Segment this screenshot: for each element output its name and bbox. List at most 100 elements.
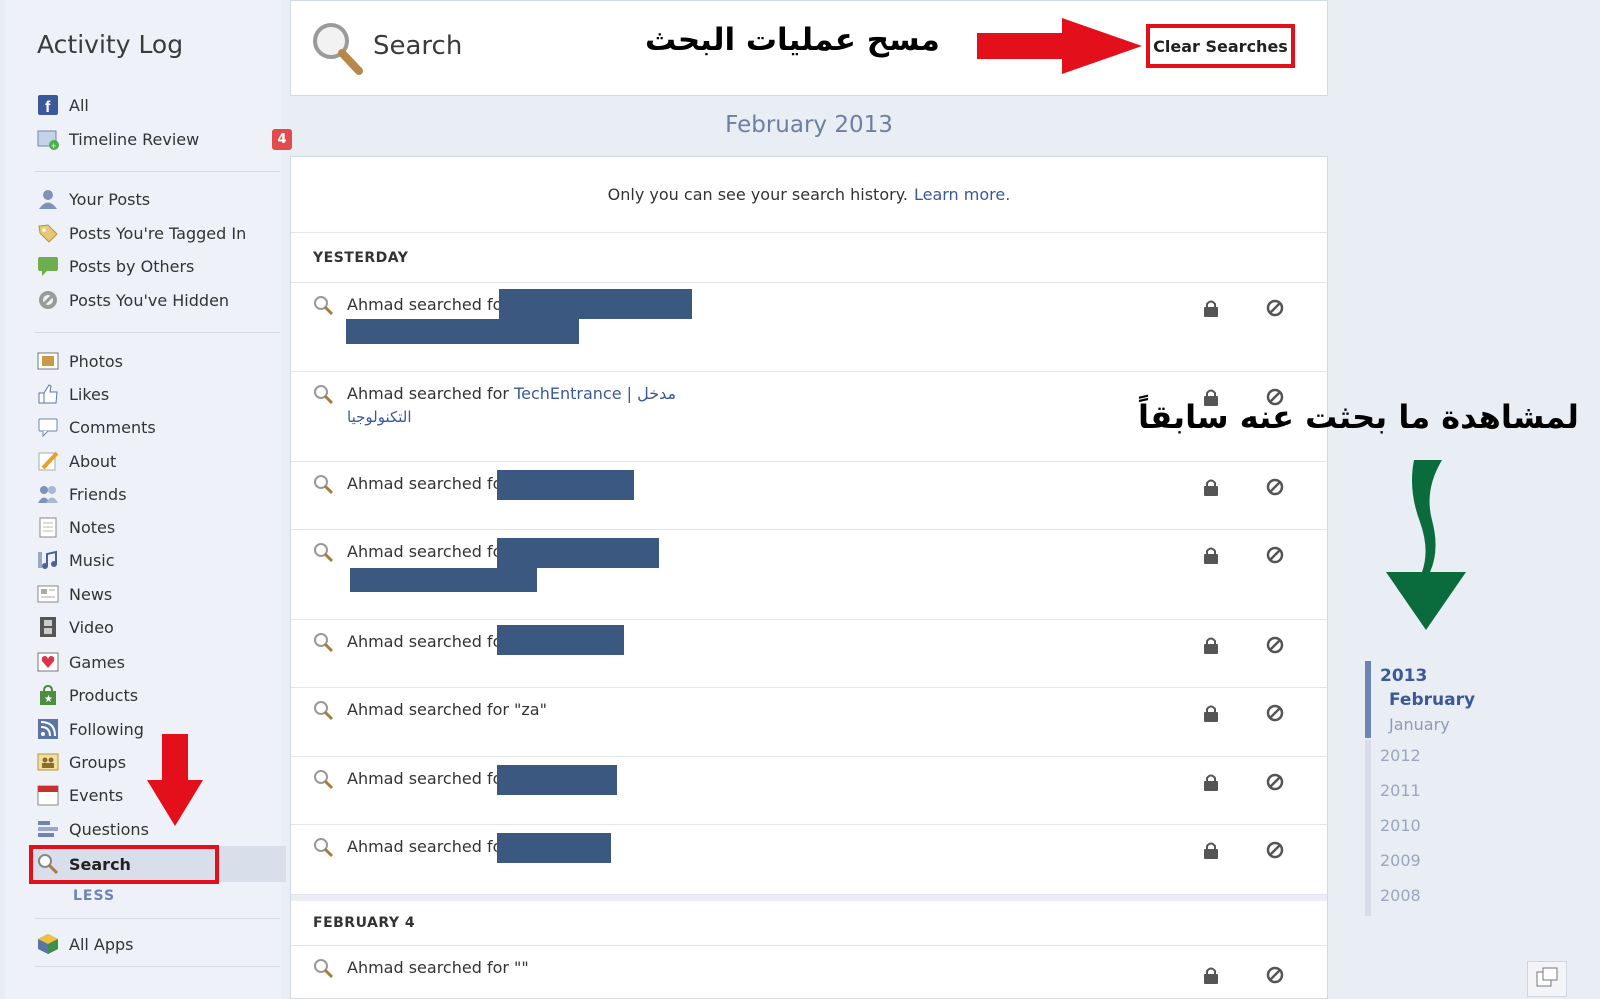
annotation-highlight-box	[29, 845, 219, 884]
hide-icon[interactable]	[1266, 636, 1284, 659]
list-item: Ahmad searched for	[291, 825, 1327, 895]
timeline-year[interactable]: 2009	[1380, 851, 1421, 870]
hide-icon[interactable]	[1266, 841, 1284, 864]
lock-icon[interactable]	[1203, 546, 1219, 569]
lock-icon[interactable]	[1203, 841, 1219, 864]
bag-icon: ★	[37, 684, 59, 706]
comment-icon	[37, 416, 59, 438]
film-icon	[37, 616, 59, 638]
lock-icon[interactable]	[1203, 299, 1219, 322]
hide-icon[interactable]	[1266, 478, 1284, 501]
groups-icon	[37, 751, 59, 773]
timeline-year[interactable]: 2011	[1380, 781, 1421, 800]
sidebar-item-label: Notes	[69, 517, 116, 537]
svg-text:f: f	[45, 99, 51, 115]
timeline-year-2013[interactable]: 2013	[1380, 666, 1427, 686]
search-entry-text: Ahmad searched for "za"	[347, 700, 547, 719]
timeline-active-bar	[1365, 661, 1371, 738]
lock-icon[interactable]	[1203, 773, 1219, 796]
sidebar-item-photos[interactable]: Photos	[37, 346, 282, 376]
list-item: Ahmad searched for ""	[291, 946, 1327, 998]
list-item: Ahmad searched for	[291, 620, 1327, 688]
note-icon	[37, 516, 59, 538]
hide-icon[interactable]	[1266, 966, 1284, 989]
hide-icon[interactable]	[1266, 704, 1284, 727]
search-icon	[313, 769, 335, 796]
sidebar-item-timeline-review[interactable]: + Timeline Review 4	[37, 124, 292, 154]
privacy-notice-text: Only you can see your search history.	[607, 185, 908, 204]
redaction-block	[350, 568, 537, 592]
timeline-track	[1365, 740, 1371, 916]
redaction-block	[499, 289, 692, 319]
redaction-block	[497, 538, 659, 568]
list-item: Ahmad searched for "za"	[291, 688, 1327, 757]
search-entry-text: Ahmad searched for	[347, 542, 509, 561]
sidebar-item-label: Timeline Review	[69, 129, 200, 149]
sidebar-item-posts-by-others[interactable]: Posts by Others	[37, 251, 282, 281]
pencil-icon	[37, 450, 59, 472]
svg-text:★: ★	[44, 694, 53, 705]
redaction-block	[346, 319, 579, 344]
timeline-month-january[interactable]: January	[1389, 715, 1450, 734]
search-entry-text: Ahmad searched for	[347, 837, 509, 856]
search-icon	[313, 700, 335, 727]
sidebar-item-label: Products	[69, 685, 139, 705]
annotation-clear-arabic: مسح عمليات البحث	[645, 22, 940, 58]
sidebar-item-likes[interactable]: Likes	[37, 379, 282, 409]
lock-icon[interactable]	[1203, 966, 1219, 989]
sidebar-item-products[interactable]: ★ Products	[37, 680, 282, 710]
month-heading: February 2013	[725, 112, 893, 138]
timeline-month-february[interactable]: February	[1389, 690, 1475, 710]
hidden-icon	[37, 289, 59, 311]
sidebar-item-tagged[interactable]: Posts You're Tagged In	[37, 218, 282, 248]
sidebar-item-games[interactable]: Games	[37, 647, 282, 677]
sidebar-item-friends[interactable]: Friends	[37, 479, 282, 509]
hide-icon[interactable]	[1266, 546, 1284, 569]
sidebar-item-comments[interactable]: Comments	[37, 412, 282, 442]
search-entry-text: Ahmad searched for	[347, 769, 509, 788]
sidebar-item-hidden[interactable]: Posts You've Hidden	[37, 285, 282, 315]
annotation-arrow-wavy-icon	[1386, 460, 1466, 630]
section-header-feb4: FEBRUARY 4	[291, 895, 1327, 946]
lock-icon[interactable]	[1203, 704, 1219, 727]
photo-icon	[37, 350, 59, 372]
hide-icon[interactable]	[1266, 299, 1284, 322]
sidebar-item-music[interactable]: Music	[37, 545, 282, 575]
calendar-icon	[37, 784, 59, 806]
sidebar-item-news[interactable]: News	[37, 579, 282, 609]
sidebar-item-label: Video	[69, 617, 114, 637]
sidebar-item-all[interactable]: f All	[37, 90, 282, 120]
sidebar-item-label: Questions	[69, 819, 149, 839]
sidebar-item-your-posts[interactable]: Your Posts	[37, 184, 282, 214]
search-entry-text: Ahmad searched for TechEntrance | مدخل	[347, 384, 676, 403]
lock-icon[interactable]	[1203, 478, 1219, 501]
lock-icon[interactable]	[1203, 636, 1219, 659]
activity-log-list: Only you can see your search history. Le…	[290, 156, 1328, 999]
list-item: Ahmad searched for	[291, 283, 1327, 372]
annotation-arrow-down-icon	[147, 734, 203, 826]
sidebar-item-label: Games	[69, 652, 125, 672]
thumbs-up-icon	[37, 383, 59, 405]
sidebar-item-label: All Apps	[69, 934, 134, 954]
popout-icon	[1536, 967, 1558, 992]
learn-more-link[interactable]: Learn more.	[914, 185, 1010, 204]
sidebar-item-label: All	[69, 95, 89, 115]
sidebar-item-notes[interactable]: Notes	[37, 512, 282, 542]
sidebar-item-about[interactable]: About	[37, 446, 282, 476]
redaction-block	[497, 470, 634, 500]
timeline-year[interactable]: 2010	[1380, 816, 1421, 835]
less-link[interactable]: LESS	[73, 888, 115, 904]
divider	[35, 171, 280, 172]
rss-icon	[37, 718, 59, 740]
hide-icon[interactable]	[1266, 773, 1284, 796]
chat-popout-button[interactable]	[1527, 961, 1567, 997]
search-result-link-cont[interactable]: التكنولوجيا	[347, 408, 412, 426]
games-icon	[37, 651, 59, 673]
search-result-link[interactable]: TechEntrance | مدخل	[514, 384, 676, 403]
sidebar-item-video[interactable]: Video	[37, 612, 282, 642]
search-entry-text: Ahmad searched for	[347, 474, 509, 493]
timeline-year[interactable]: 2012	[1380, 746, 1421, 765]
sidebar-item-all-apps[interactable]: All Apps	[37, 929, 282, 959]
timeline-year[interactable]: 2008	[1380, 886, 1421, 905]
clear-searches-button[interactable]: Clear Searches	[1146, 24, 1295, 68]
